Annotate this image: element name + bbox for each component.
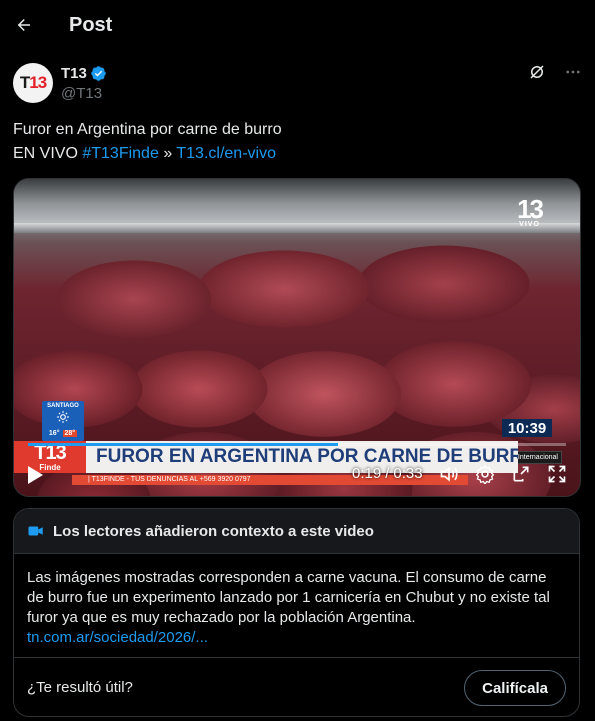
verified-badge-icon (91, 65, 106, 81)
community-note-header: Los lectores añadieron contexto a este v… (14, 509, 579, 554)
video-camera-icon (28, 526, 43, 536)
video-player[interactable]: 13 VIVO SANTIAGO 16° 28° 10:39 Internaci… (13, 178, 581, 497)
pip-icon[interactable] (510, 463, 532, 485)
temp-max: 28° (62, 430, 78, 437)
post-line-2: EN VIVO #T13Finde » T13.cl/en-vivo (13, 142, 573, 166)
community-note-link[interactable]: tn.com.ar/sociedad/2026/... (27, 629, 208, 646)
community-note: Los lectores añadieron contexto a este v… (13, 508, 580, 717)
video-shelf-edge (14, 223, 580, 233)
display-name[interactable]: T13 (61, 65, 87, 82)
hashtag-link[interactable]: #T13Finde (82, 145, 159, 162)
channel-logo: 13 VIVO (517, 194, 544, 228)
volume-icon[interactable] (438, 463, 460, 485)
weather-widget: SANTIAGO 16° 28° (42, 401, 84, 441)
top-bar: Post (0, 0, 595, 50)
back-arrow-icon[interactable] (14, 15, 34, 35)
author-actions (527, 62, 583, 82)
community-note-text: Las imágenes mostradas corresponden a ca… (27, 569, 550, 626)
current-time: 0:19 (352, 465, 382, 482)
video-controls: 0:19 / 0:33 (14, 461, 580, 489)
video-time: 0:19 / 0:33 (352, 465, 423, 482)
video-progress-bar[interactable] (28, 443, 566, 446)
video-shelf (14, 179, 580, 223)
grok-icon[interactable] (527, 62, 547, 82)
more-options-icon[interactable] (563, 62, 583, 82)
community-note-body: Las imágenes mostradas corresponden a ca… (14, 554, 579, 656)
handle[interactable]: @T13 (61, 85, 107, 102)
avatar-logo: T13 (19, 73, 47, 92)
helpful-question: ¿Te resultó útil? (27, 678, 133, 696)
avatar[interactable]: T13 (13, 63, 53, 103)
community-note-title: Los lectores añadieron contexto a este v… (53, 522, 374, 540)
settings-gear-icon[interactable] (474, 463, 496, 485)
page-title: Post (69, 13, 113, 36)
sun-icon (57, 411, 69, 423)
fullscreen-icon[interactable] (546, 463, 568, 485)
broadcast-clock: 10:39 (502, 419, 552, 437)
temp-min: 16° (48, 430, 60, 437)
live-prefix: EN VIVO (13, 145, 78, 162)
community-note-footer: ¿Te resultó útil? Califícala (14, 657, 579, 716)
post-author: T13 T13 @T13 (13, 62, 583, 104)
post-text: Furor en Argentina por carne de burro EN… (13, 118, 573, 166)
separator: » (163, 145, 173, 162)
rate-button[interactable]: Califícala (464, 670, 566, 706)
post-line-1: Furor en Argentina por carne de burro (13, 121, 282, 138)
author-meta: T13 @T13 (61, 65, 107, 102)
video-progress-fill (28, 443, 338, 446)
time-separator: / (385, 465, 390, 482)
url-link[interactable]: T13.cl/en-vivo (176, 145, 276, 162)
weather-city: SANTIAGO (47, 403, 79, 409)
play-icon[interactable] (26, 465, 44, 485)
duration: 0:33 (393, 465, 423, 482)
